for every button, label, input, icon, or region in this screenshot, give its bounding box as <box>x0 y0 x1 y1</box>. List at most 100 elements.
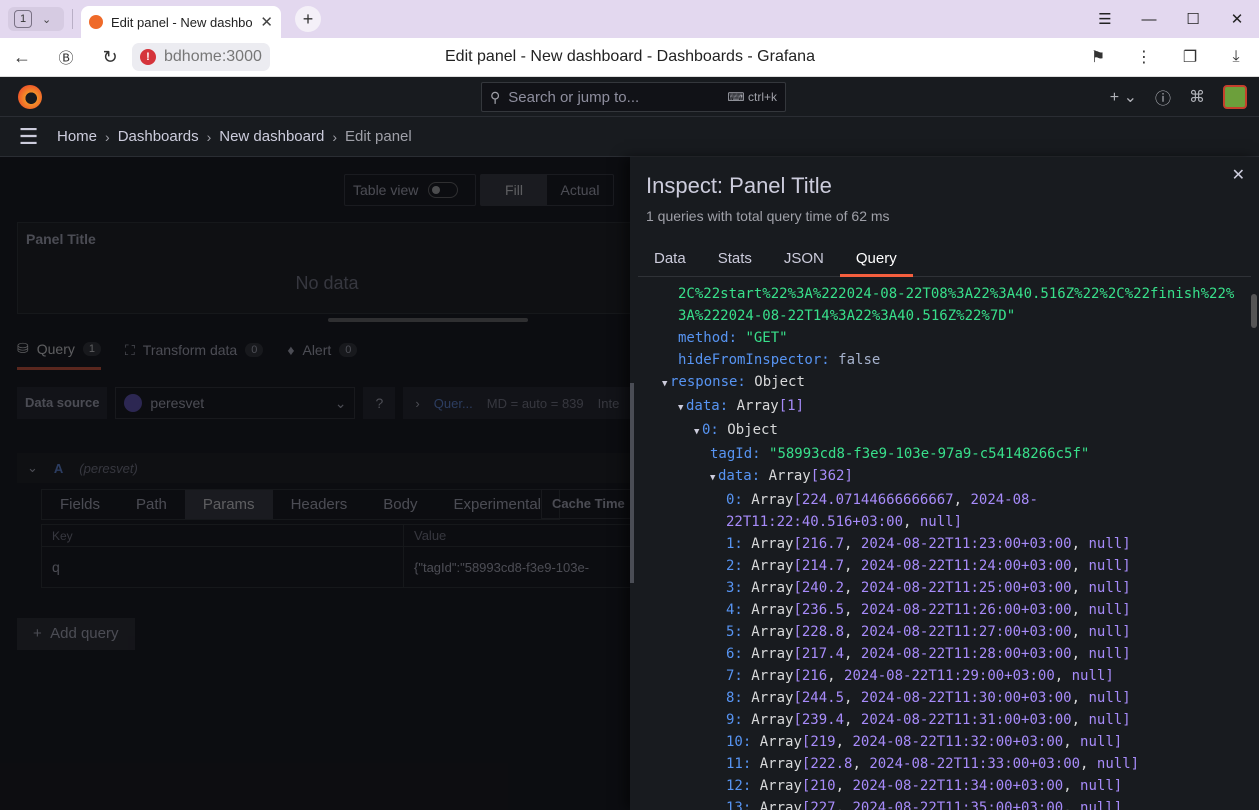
close-window-icon[interactable]: ✕ <box>1215 10 1259 28</box>
row-bracket: [ <box>793 646 802 662</box>
row-timestamp: 2024-08-22T11:34:00+03:00 <box>852 778 1064 794</box>
close-tab-icon[interactable]: ✕ <box>260 13 273 31</box>
search-bar[interactable]: ⚲ Search or jump to... ⌨ ctrl+k <box>481 82 786 112</box>
row-comma: , <box>835 734 853 750</box>
row-null: null <box>1080 734 1114 750</box>
json-line: method: "GET" <box>630 327 1250 349</box>
window-controls: ☰ — ☐ ✕ <box>1083 0 1259 38</box>
back-arrow-icon[interactable]: ← <box>0 47 44 68</box>
row-comma: , <box>1071 712 1089 728</box>
row-comma: , <box>835 778 853 794</box>
row-value: 240.2 <box>801 580 845 596</box>
row-comma: , <box>1063 734 1081 750</box>
tab-count-button[interactable]: 1 ⌄ <box>8 7 64 31</box>
hide-from-inspector-value: false <box>838 352 881 368</box>
new-tab-button[interactable]: + <box>295 6 321 32</box>
url-field[interactable]: ! bdhome:3000 <box>132 43 270 71</box>
row-timestamp-part2: 22T11:22:40.516+03:00 <box>726 514 904 530</box>
row-comma: , <box>903 514 920 530</box>
row-bracket: [ <box>793 624 802 640</box>
json-key: tagId: <box>710 446 761 462</box>
row-bracket: [ <box>793 558 802 574</box>
caret-down-icon[interactable]: ▼ <box>662 373 670 395</box>
json-node-response[interactable]: ▼ response: Object <box>630 371 1250 395</box>
row-comma: , <box>844 536 861 552</box>
row-bracket: ] <box>1122 712 1131 728</box>
json-type: Array <box>742 668 794 684</box>
close-icon[interactable]: ✕ <box>1232 165 1245 185</box>
json-row-continued: 22T11:22:40.516+03:00, null] <box>630 511 1250 533</box>
news-feed-icon[interactable]: ⌘ <box>1189 87 1205 107</box>
collections-icon[interactable]: ❐ <box>1167 47 1213 67</box>
caret-down-icon[interactable]: ▼ <box>694 421 702 443</box>
json-key: data: <box>718 468 761 484</box>
row-bracket: [ <box>793 712 802 728</box>
reload-icon[interactable]: ↻ <box>88 47 132 68</box>
row-timestamp-part1: 2024-08- <box>970 492 1038 508</box>
bookmark-icon[interactable]: ⚑ <box>1075 47 1121 67</box>
row-bracket: ] <box>1122 602 1131 618</box>
row-value: 239.4 <box>801 712 845 728</box>
page-title: Edit panel - New dashboard - Dashboards … <box>445 48 815 65</box>
chevron-right-icon: › <box>105 128 110 145</box>
row-index: 8: <box>726 690 743 706</box>
hamburger-menu-icon[interactable]: ☰ <box>0 124 57 150</box>
row-bracket: ] <box>1122 646 1131 662</box>
grafana-logo-icon[interactable] <box>18 85 42 109</box>
row-index: 12: <box>726 778 752 794</box>
maximize-icon[interactable]: ☐ <box>1171 10 1215 28</box>
tab-data[interactable]: Data <box>638 246 702 277</box>
row-bracket: [ <box>793 602 802 618</box>
keyboard-icon: ⌨ <box>727 90 745 104</box>
json-line: tagId: "58993cd8-f3e9-103e-97a9-c5414826… <box>630 443 1250 465</box>
yandex-logo-icon[interactable]: Ⓑ <box>44 47 88 68</box>
caret-down-icon[interactable]: ▼ <box>678 397 686 419</box>
tab-count: 1 <box>14 10 32 28</box>
row-comma: , <box>1071 580 1089 596</box>
row-comma: , <box>844 646 861 662</box>
row-comma: , <box>1071 602 1089 618</box>
row-bracket: ] <box>1113 734 1123 750</box>
json-row: 12: Array[210, 2024-08-22T11:34:00+03:00… <box>630 775 1250 797</box>
json-node-item-0[interactable]: ▼ 0: Object <box>630 419 1250 443</box>
row-index: 11: <box>726 756 752 772</box>
row-index: 3: <box>726 580 743 596</box>
json-row: 3: Array[240.2, 2024-08-22T11:25:00+03:0… <box>630 577 1250 599</box>
browser-menu-icon[interactable]: ☰ <box>1083 10 1127 28</box>
json-type: Array <box>751 492 794 508</box>
caret-down-icon[interactable]: ▼ <box>710 467 718 489</box>
tab-query[interactable]: Query <box>839 246 913 277</box>
plus-icon: + <box>302 8 314 29</box>
json-row: 13: Array[227, 2024-08-22T11:35:00+03:00… <box>630 797 1250 810</box>
json-type: Array <box>742 712 794 728</box>
tab-stats[interactable]: Stats <box>702 246 768 277</box>
json-row: 6: Array[217.4, 2024-08-22T11:28:00+03:0… <box>630 643 1250 665</box>
breadcrumb-new-dashboard[interactable]: New dashboard <box>219 128 324 145</box>
security-warning-icon[interactable]: ! <box>140 49 156 65</box>
row-null: null <box>1080 778 1114 794</box>
row-timestamp: 2024-08-22T11:31:00+03:00 <box>860 712 1072 728</box>
row-value: 244.5 <box>801 690 845 706</box>
add-menu-icon[interactable]: + ⌄ <box>1110 87 1137 107</box>
json-row: 4: Array[236.5, 2024-08-22T11:26:00+03:0… <box>630 599 1250 621</box>
backdrop-overlay[interactable] <box>0 157 630 810</box>
json-node-inner-data[interactable]: ▼ data: Array[362] <box>630 465 1250 489</box>
breadcrumb: ☰ Home › Dashboards › New dashboard › Ed… <box>0 117 1259 157</box>
breadcrumb-dashboards[interactable]: Dashboards <box>118 128 199 145</box>
avatar[interactable] <box>1223 85 1247 109</box>
browser-tab[interactable]: Edit panel - New dashboard ✕ <box>81 6 281 38</box>
json-type: Array <box>751 756 802 772</box>
download-icon[interactable]: ⤓ <box>1213 48 1259 66</box>
json-node-data[interactable]: ▼ data: Array[1] <box>630 395 1250 419</box>
minimize-icon[interactable]: — <box>1127 11 1171 28</box>
more-icon[interactable]: ⋮ <box>1121 47 1167 67</box>
json-row: 11: Array[222.8, 2024-08-22T11:33:00+03:… <box>630 753 1250 775</box>
json-type: Array <box>742 624 794 640</box>
json-key: method: <box>678 330 738 346</box>
breadcrumb-home[interactable]: Home <box>57 128 97 145</box>
scrollbar-thumb[interactable] <box>1251 294 1257 328</box>
json-type: Array <box>742 646 794 662</box>
json-key: response: <box>670 374 746 390</box>
tab-json[interactable]: JSON <box>768 246 840 277</box>
help-icon[interactable]: ⓘ <box>1155 85 1171 109</box>
